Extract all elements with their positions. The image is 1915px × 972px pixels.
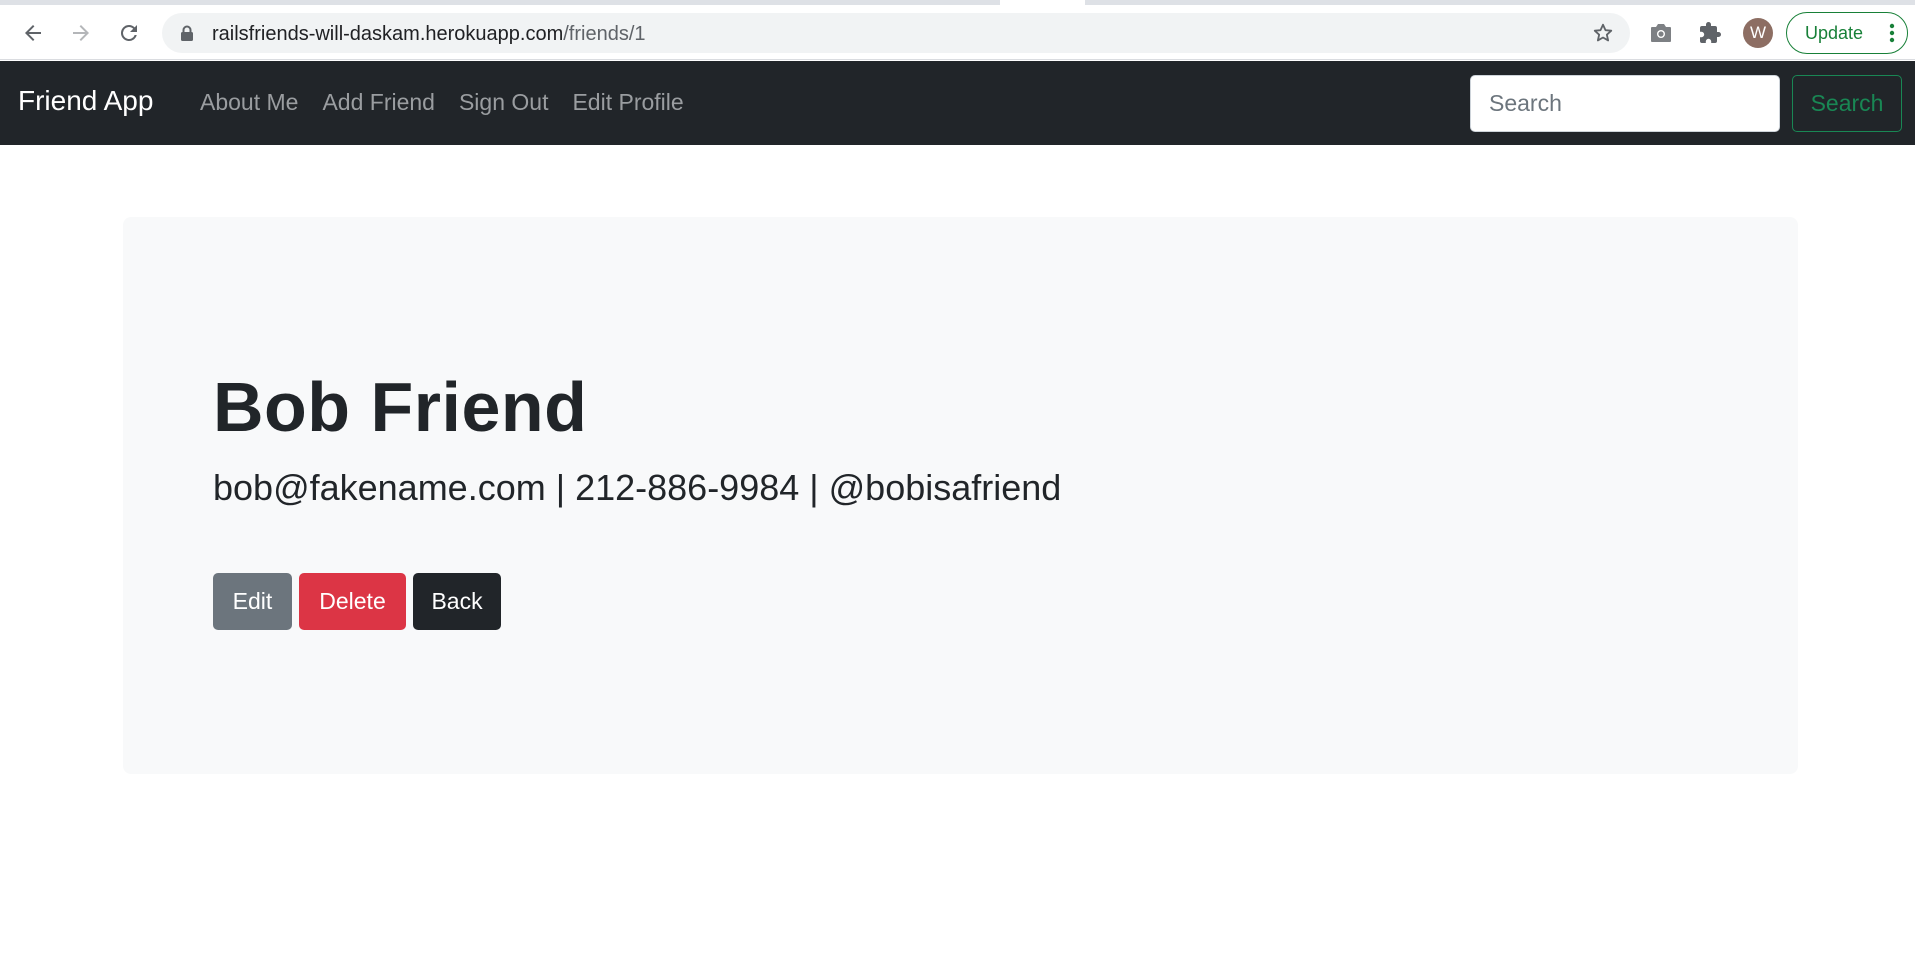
url-host: railsfriends-will-daskam.herokuapp.com: [212, 23, 564, 45]
action-buttons: Edit Delete Back: [213, 573, 508, 630]
lock-icon: [180, 25, 194, 47]
friend-contact-details: bob@fakename.com | 212-886-9984 | @bobis…: [213, 467, 1062, 508]
nav-link-about-me[interactable]: About Me: [200, 89, 298, 116]
browser-toolbar: railsfriends-will-daskam.herokuapp.com/f…: [0, 5, 1915, 60]
url-text[interactable]: railsfriends-will-daskam.herokuapp.com/f…: [212, 23, 646, 46]
app-navbar: Friend App About Me Add Friend Sign Out …: [0, 61, 1915, 145]
address-bar[interactable]: railsfriends-will-daskam.herokuapp.com/f…: [162, 13, 1630, 53]
extensions-puzzle-icon[interactable]: [1696, 19, 1724, 47]
delete-button[interactable]: Delete: [299, 573, 406, 630]
url-path: /friends/1: [563, 23, 646, 45]
reload-icon[interactable]: [111, 15, 147, 51]
back-arrow-icon[interactable]: [15, 15, 51, 51]
friend-name-heading: Bob Friend: [213, 368, 588, 446]
update-label: Update: [1805, 22, 1864, 43]
nav-link-sign-out[interactable]: Sign Out: [459, 89, 549, 116]
menu-kebab-icon[interactable]: [1889, 23, 1895, 48]
nav-link-edit-profile[interactable]: Edit Profile: [572, 89, 683, 116]
search-button[interactable]: Search: [1792, 75, 1902, 132]
camera-icon[interactable]: [1647, 19, 1675, 47]
update-button[interactable]: Update: [1786, 12, 1908, 54]
back-button[interactable]: Back: [413, 573, 501, 630]
friend-card: Bob Friend bob@fakename.com | 212-886-99…: [123, 217, 1798, 774]
profile-avatar[interactable]: W: [1743, 18, 1773, 48]
forward-arrow-icon[interactable]: [63, 15, 99, 51]
nav-link-add-friend[interactable]: Add Friend: [322, 89, 435, 116]
nav-links: About Me Add Friend Sign Out Edit Profil…: [200, 89, 708, 116]
edit-button[interactable]: Edit: [213, 573, 292, 630]
search-input[interactable]: [1470, 75, 1780, 132]
brand-link[interactable]: Friend App: [18, 85, 153, 117]
bookmark-star-icon[interactable]: [1592, 22, 1614, 49]
